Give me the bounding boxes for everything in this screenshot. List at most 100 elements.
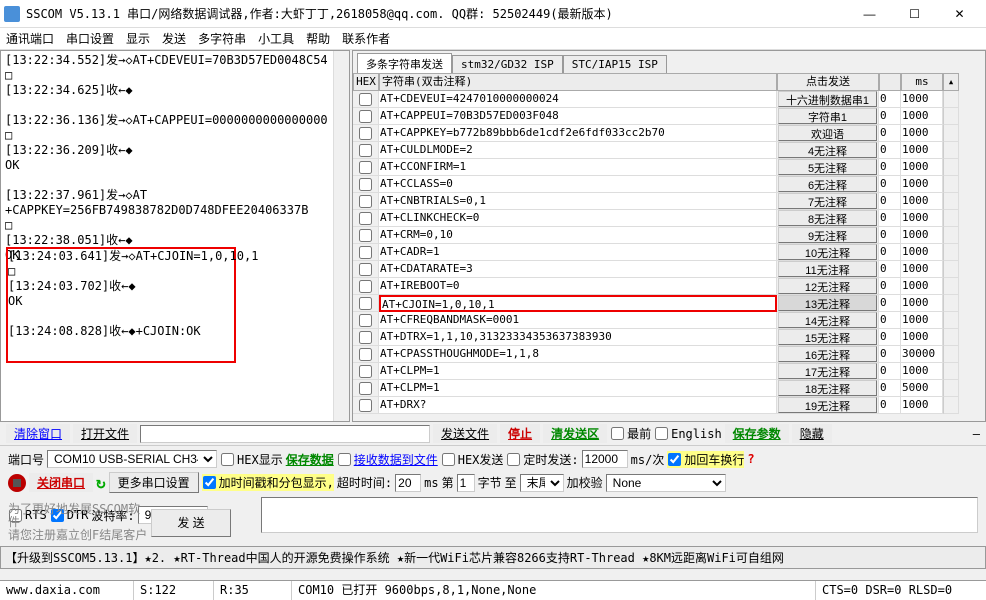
tab[interactable]: 多条字符串发送	[357, 53, 452, 74]
n1-cell[interactable]: 0	[879, 159, 901, 176]
scroll-col[interactable]	[943, 108, 959, 125]
ms-cell[interactable]: 1000	[901, 261, 943, 278]
ms-cell[interactable]: 1000	[901, 227, 943, 244]
n1-cell[interactable]: 0	[879, 91, 901, 108]
hex-check[interactable]	[353, 346, 379, 363]
send-cell[interactable]: 十六进制数据串1	[777, 91, 879, 108]
send-textarea[interactable]	[261, 497, 978, 533]
ms-cell[interactable]: 1000	[901, 295, 943, 312]
scroll-col[interactable]	[943, 363, 959, 380]
hex-check[interactable]	[353, 159, 379, 176]
hex-check[interactable]	[353, 125, 379, 142]
send-cell[interactable]: 13无注释	[777, 295, 879, 312]
n1-cell[interactable]: 0	[879, 295, 901, 312]
menu-item[interactable]: 小工具	[258, 32, 294, 46]
ms-cell[interactable]: 1000	[901, 125, 943, 142]
scroll-col[interactable]	[943, 329, 959, 346]
send-button[interactable]: 发 送	[151, 509, 231, 537]
scroll-col[interactable]	[943, 142, 959, 159]
n1-cell[interactable]: 0	[879, 176, 901, 193]
hex-check[interactable]	[353, 278, 379, 295]
send-cell[interactable]: 7无注释	[777, 193, 879, 210]
crlf-check[interactable]: 加回车换行	[667, 451, 744, 468]
hex-check[interactable]	[353, 108, 379, 125]
send-cell[interactable]: 欢迎语	[777, 125, 879, 142]
ms-cell[interactable]: 1000	[901, 142, 943, 159]
send-cell[interactable]: 16无注释	[777, 346, 879, 363]
timeout-input[interactable]	[395, 474, 421, 492]
cmd-cell[interactable]: AT+CDEVEUI=4247010000000024	[379, 91, 777, 108]
cmd-cell[interactable]: AT+CRM=0,10	[379, 227, 777, 244]
openfile-button[interactable]: 打开文件	[73, 424, 137, 443]
cmd-cell[interactable]: AT+CFREQBANDMASK=0001	[379, 312, 777, 329]
send-cell[interactable]: 18无注释	[777, 380, 879, 397]
send-cell[interactable]: 12无注释	[777, 278, 879, 295]
n1-cell[interactable]: 0	[879, 380, 901, 397]
menu-item[interactable]: 帮助	[306, 32, 330, 46]
interval-input[interactable]	[582, 450, 628, 468]
cmd-cell[interactable]: AT+CLINKCHECK=0	[379, 210, 777, 227]
cmd-cell[interactable]: AT+CCONFIRM=1	[379, 159, 777, 176]
menu-item[interactable]: 联系作者	[342, 32, 390, 46]
send-cell[interactable]: 19无注释	[777, 397, 879, 414]
timestamp-check[interactable]: 加时间戳和分包显示,	[202, 474, 334, 491]
tail-select[interactable]: 末尾	[520, 474, 564, 492]
checksum-select[interactable]: None	[606, 474, 726, 492]
scroll-col[interactable]	[943, 278, 959, 295]
tab[interactable]: STC/IAP15 ISP	[563, 55, 667, 73]
n1-cell[interactable]: 0	[879, 142, 901, 159]
menu-item[interactable]: 串口设置	[66, 32, 114, 46]
n1-cell[interactable]: 0	[879, 363, 901, 380]
hex-check[interactable]	[353, 380, 379, 397]
hex-check[interactable]	[353, 312, 379, 329]
scroll-col[interactable]	[943, 397, 959, 414]
cmd-cell[interactable]: AT+CDATARATE=3	[379, 261, 777, 278]
send-cell[interactable]: 15无注释	[777, 329, 879, 346]
saveparam-button[interactable]: 保存参数	[725, 424, 789, 443]
ms-cell[interactable]: 1000	[901, 397, 943, 414]
ms-cell[interactable]: 1000	[901, 176, 943, 193]
reload-icon[interactable]: ↻	[96, 473, 106, 492]
ms-cell[interactable]: 1000	[901, 278, 943, 295]
hex-check[interactable]	[353, 295, 379, 312]
n1-cell[interactable]: 0	[879, 312, 901, 329]
n1-cell[interactable]: 0	[879, 244, 901, 261]
cmd-cell[interactable]: AT+CJOIN=1,0,10,1	[379, 295, 777, 312]
status-url[interactable]: www.daxia.com	[0, 581, 134, 600]
hex-check[interactable]	[353, 91, 379, 108]
scroll-col[interactable]	[943, 210, 959, 227]
n1-cell[interactable]: 0	[879, 193, 901, 210]
cmd-cell[interactable]: AT+CAPPKEY=b772b89bbb6de1cdf2e6fdf033cc2…	[379, 125, 777, 142]
cmd-cell[interactable]: AT+CCLASS=0	[379, 176, 777, 193]
n1-cell[interactable]: 0	[879, 261, 901, 278]
ms-cell[interactable]: 1000	[901, 91, 943, 108]
n1-cell[interactable]: 0	[879, 125, 901, 142]
closeport-button[interactable]: 关闭串口	[29, 473, 93, 492]
front-check[interactable]: 最前	[610, 425, 651, 442]
hide-button[interactable]: 隐藏	[792, 424, 832, 443]
minimize-button[interactable]: —	[847, 1, 892, 27]
send-cell[interactable]: 5无注释	[777, 159, 879, 176]
menu-item[interactable]: 发送	[162, 32, 186, 46]
n1-cell[interactable]: 0	[879, 210, 901, 227]
maximize-button[interactable]: ☐	[892, 1, 937, 27]
scroll-col[interactable]	[943, 91, 959, 108]
hex-check[interactable]	[353, 363, 379, 380]
ms-cell[interactable]: 1000	[901, 193, 943, 210]
n1-cell[interactable]: 0	[879, 329, 901, 346]
hex-check[interactable]	[353, 176, 379, 193]
hex-check[interactable]	[353, 193, 379, 210]
scroll-col[interactable]	[943, 346, 959, 363]
n1-cell[interactable]: 0	[879, 278, 901, 295]
clear-button[interactable]: 清除窗口	[6, 424, 70, 443]
send-cell[interactable]: 6无注释	[777, 176, 879, 193]
cmd-cell[interactable]: AT+CADR=1	[379, 244, 777, 261]
scroll-col[interactable]	[943, 193, 959, 210]
hex-check[interactable]	[353, 142, 379, 159]
scroll-col[interactable]	[943, 380, 959, 397]
menu-item[interactable]: 通讯端口	[6, 32, 54, 46]
log-scrollbar[interactable]	[333, 51, 349, 421]
cmd-cell[interactable]: AT+IREBOOT=0	[379, 278, 777, 295]
scroll-col[interactable]	[943, 125, 959, 142]
scroll-col[interactable]	[943, 244, 959, 261]
